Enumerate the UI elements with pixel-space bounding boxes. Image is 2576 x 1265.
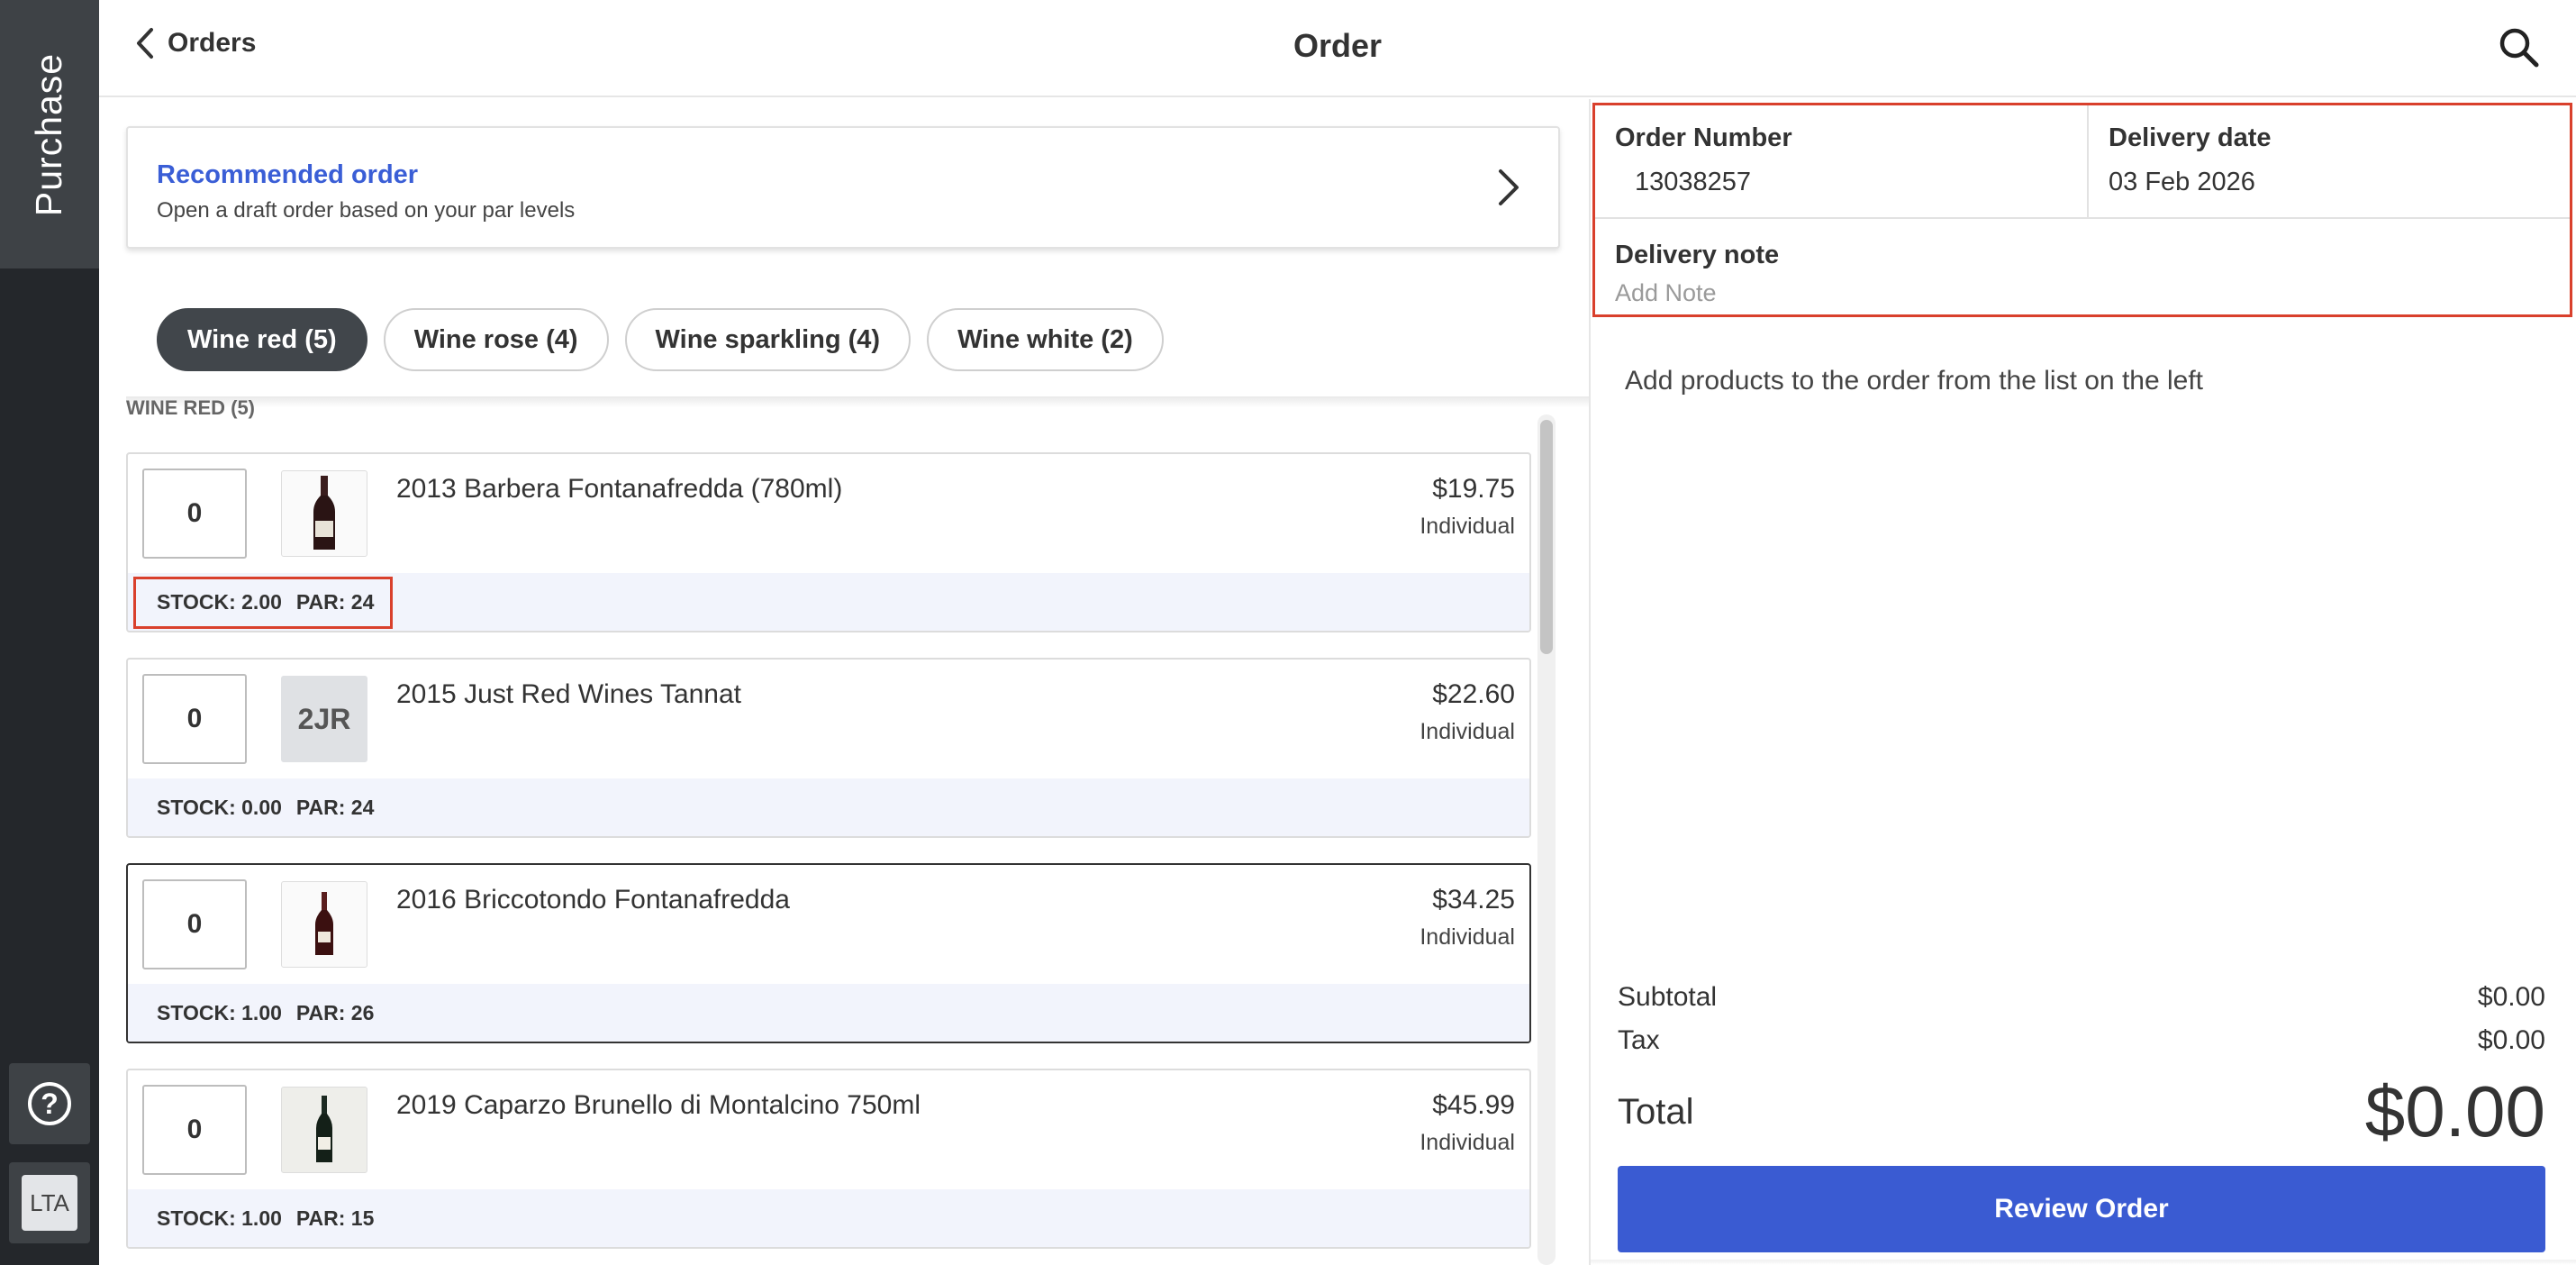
recommended-order-subtitle: Open a draft order based on your par lev… xyxy=(157,198,576,223)
sidebar: Purchase ? LTA xyxy=(0,0,99,1265)
page-title: Order xyxy=(1293,27,1383,64)
question-circle-icon: ? xyxy=(28,1082,71,1125)
product-price: $19.75 xyxy=(1432,474,1515,504)
info-divider-horizontal xyxy=(1595,217,2570,219)
product-unit: Individual xyxy=(1420,719,1515,744)
order-number-field: Order Number 13038257 xyxy=(1615,123,1792,197)
par-value: PAR: 24 xyxy=(295,795,375,819)
delivery-note-label: Delivery note xyxy=(1615,241,1780,269)
review-order-button[interactable]: Review Order xyxy=(1618,1166,2545,1252)
par-value: PAR: 26 xyxy=(295,1000,375,1024)
section-label: WINE RED (5) xyxy=(126,396,255,419)
order-number-value: 13038257 xyxy=(1635,168,1752,196)
filter-chip-wine-rose[interactable]: Wine rose (4) xyxy=(383,308,609,371)
empty-order-message: Add products to the order from the list … xyxy=(1625,366,2204,396)
top-header: Orders Order xyxy=(99,0,2576,97)
stock-par-bar: STOCK: 1.00 PAR: 15 xyxy=(128,1189,1529,1247)
product-name: 2013 Barbera Fontanafredda (780ml) xyxy=(396,474,843,504)
category-filter-row: Wine red (5) Wine rose (4) Wine sparklin… xyxy=(157,308,1164,371)
chevron-right-icon xyxy=(1499,169,1519,205)
wine-bottle-icon xyxy=(315,892,333,955)
search-icon[interactable] xyxy=(2497,25,2540,68)
tax-row: Tax $0.00 xyxy=(1618,1025,2545,1056)
quantity-input[interactable]: 0 xyxy=(142,879,247,969)
quantity-input[interactable]: 0 xyxy=(142,469,247,559)
delivery-note-field[interactable]: Delivery note Add Note xyxy=(1615,241,2516,307)
total-row: Total $0.00 xyxy=(1618,1070,2545,1153)
wine-bottle-icon xyxy=(313,476,335,550)
product-row[interactable]: 0 2019 Caparzo Brunello di Montalcino 75… xyxy=(126,1069,1531,1249)
filter-chip-wine-sparkling[interactable]: Wine sparkling (4) xyxy=(624,308,912,371)
product-price: $22.60 xyxy=(1432,679,1515,709)
bottom-shadow xyxy=(1591,1260,2576,1265)
subtotal-row: Subtotal $0.00 xyxy=(1618,982,2545,1013)
total-value: $0.00 xyxy=(2364,1071,2545,1151)
scrollbar-thumb[interactable] xyxy=(1540,420,1553,654)
stock-value: STOCK: 1.00 xyxy=(157,1206,282,1230)
order-info-box: Order Number 13038257 Delivery date 03 F… xyxy=(1592,103,2572,317)
delivery-date-field[interactable]: Delivery date 03 Feb 2026 xyxy=(2109,123,2272,197)
list-top-shadow xyxy=(126,396,1590,407)
sidebar-tab-purchase[interactable]: Purchase xyxy=(0,0,99,268)
tax-value: $0.00 xyxy=(2477,1025,2545,1055)
stock-par-bar: STOCK: 0.00 PAR: 24 xyxy=(128,778,1529,836)
par-value: PAR: 15 xyxy=(295,1206,375,1230)
product-initials-thumbnail: 2JR xyxy=(281,676,367,762)
delivery-date-value: 03 Feb 2026 xyxy=(2109,168,2255,196)
product-price: $34.25 xyxy=(1432,885,1515,915)
recommended-order-card[interactable]: Recommended order Open a draft order bas… xyxy=(126,126,1560,249)
avatar: LTA xyxy=(22,1175,77,1231)
delivery-date-label: Delivery date xyxy=(2109,123,2272,152)
product-list-panel: Recommended order Open a draft order bas… xyxy=(99,99,1590,1265)
quantity-input[interactable]: 0 xyxy=(142,674,247,764)
stock-value: STOCK: 0.00 xyxy=(157,795,282,819)
product-unit: Individual xyxy=(1420,1130,1515,1155)
product-price: $45.99 xyxy=(1432,1090,1515,1120)
tax-label: Tax xyxy=(1618,1025,1660,1055)
recommended-order-title: Recommended order xyxy=(157,160,419,189)
stock-par-bar: STOCK: 1.00 PAR: 26 xyxy=(128,984,1529,1042)
product-row[interactable]: 0 2JR 2015 Just Red Wines Tannat $22.60 … xyxy=(126,658,1531,838)
product-row[interactable]: 0 2013 Barbera Fontanafredda (780ml) $19… xyxy=(126,452,1531,632)
wine-bottle-icon xyxy=(316,1096,332,1162)
subtotal-value: $0.00 xyxy=(2477,982,2545,1012)
delivery-note-input[interactable]: Add Note xyxy=(1615,279,2516,307)
order-number-label: Order Number xyxy=(1615,123,1792,152)
product-unit: Individual xyxy=(1420,514,1515,539)
user-avatar-button[interactable]: LTA xyxy=(9,1162,90,1243)
subtotal-label: Subtotal xyxy=(1618,982,1718,1012)
product-name: 2019 Caparzo Brunello di Montalcino 750m… xyxy=(396,1090,921,1120)
total-label: Total xyxy=(1618,1091,1694,1132)
quantity-input[interactable]: 0 xyxy=(142,1085,247,1175)
stock-par-bar: STOCK: 2.00 PAR: 24 xyxy=(128,573,1529,631)
product-name: 2015 Just Red Wines Tannat xyxy=(396,679,742,709)
info-divider-vertical xyxy=(2087,105,2089,217)
product-unit: Individual xyxy=(1420,924,1515,950)
filter-chip-wine-white[interactable]: Wine white (2) xyxy=(927,308,1164,371)
help-button[interactable]: ? xyxy=(9,1063,90,1144)
product-thumbnail xyxy=(281,1087,367,1173)
product-thumbnail xyxy=(281,470,367,557)
order-summary-panel: Order Number 13038257 Delivery date 03 F… xyxy=(1591,99,2576,1265)
product-name: 2016 Briccotondo Fontanafredda xyxy=(396,885,790,915)
filter-chip-wine-red[interactable]: Wine red (5) xyxy=(157,308,367,371)
product-row-selected[interactable]: 0 2016 Briccotondo Fontanafredda $34.25 … xyxy=(126,863,1531,1043)
product-thumbnail xyxy=(281,881,367,968)
stock-value: STOCK: 1.00 xyxy=(157,1000,282,1024)
stock-highlight-box xyxy=(133,577,393,629)
sidebar-tab-label: Purchase xyxy=(28,52,70,216)
